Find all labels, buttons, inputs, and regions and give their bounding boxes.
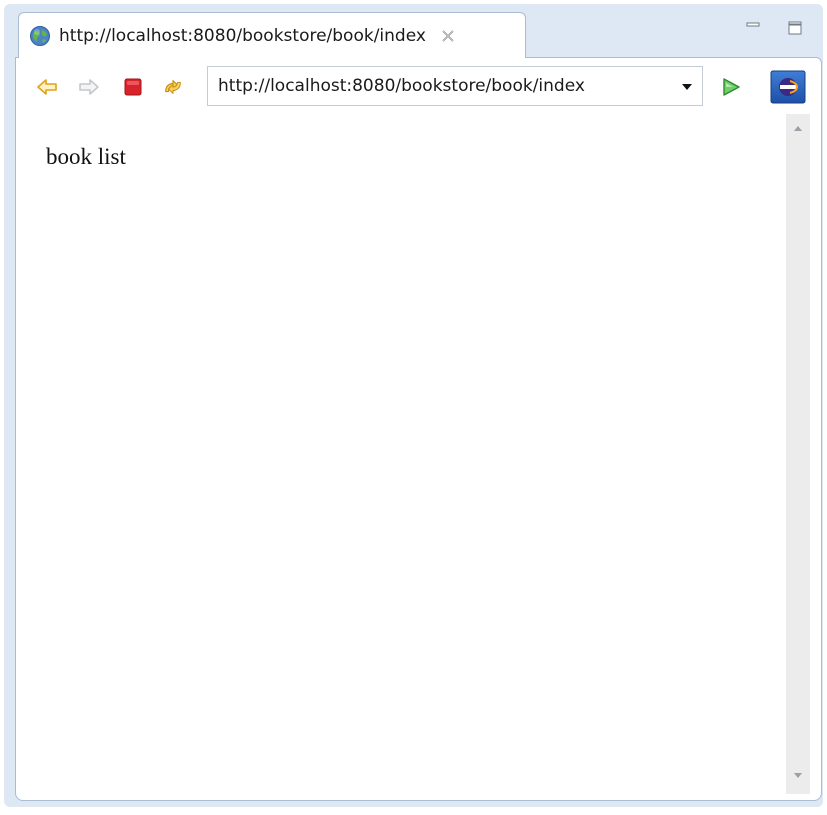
eclipse-icon[interactable]	[770, 70, 806, 104]
scroll-down-arrow-icon[interactable]	[793, 772, 803, 780]
refresh-icon[interactable]	[162, 76, 184, 98]
maximize-icon[interactable]	[787, 20, 803, 40]
page-content: book list	[18, 116, 780, 796]
page-heading: book list	[46, 144, 126, 169]
minimize-icon[interactable]	[745, 20, 761, 40]
go-icon[interactable]	[720, 76, 742, 98]
back-arrow-icon[interactable]	[36, 76, 58, 98]
tab-title: http://localhost:8080/bookstore/book/ind…	[59, 25, 426, 46]
close-icon[interactable]	[440, 28, 456, 44]
url-input[interactable]	[208, 67, 668, 105]
scroll-up-arrow-icon[interactable]	[793, 124, 803, 132]
forward-arrow-icon	[78, 76, 100, 98]
address-bar[interactable]	[207, 66, 703, 106]
globe-icon	[29, 25, 51, 47]
browser-tab[interactable]: http://localhost:8080/bookstore/book/ind…	[18, 12, 526, 58]
window-controls	[745, 20, 803, 40]
browser-toolbar	[22, 64, 812, 110]
stop-icon[interactable]	[122, 76, 144, 98]
chevron-down-icon[interactable]	[680, 80, 694, 94]
vertical-scrollbar[interactable]	[786, 114, 810, 794]
